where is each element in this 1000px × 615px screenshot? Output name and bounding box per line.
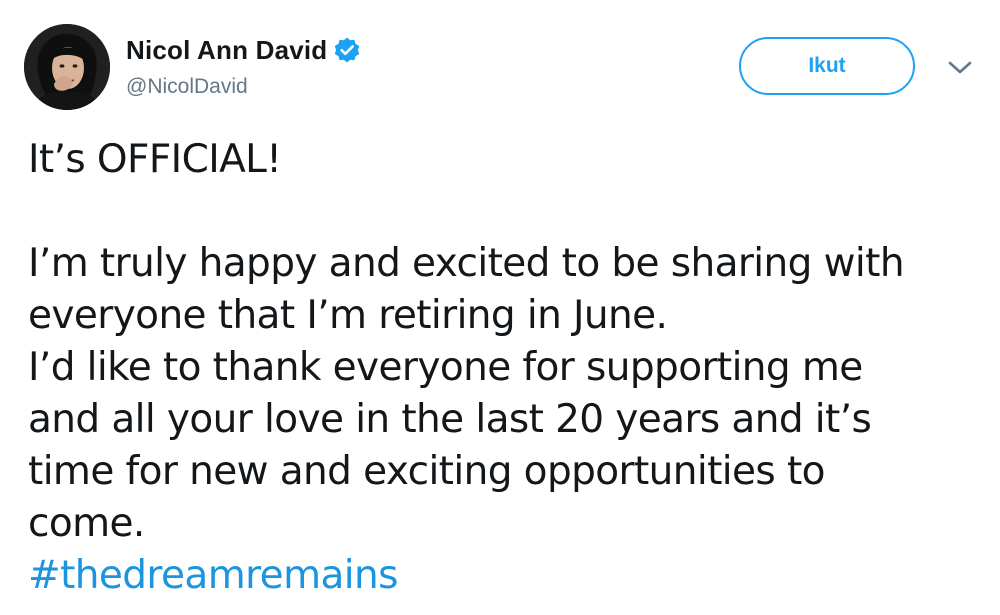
chevron-down-icon[interactable]: [944, 54, 976, 82]
avatar[interactable]: [24, 24, 110, 110]
tweet-line: time for new and exciting opportunities …: [28, 449, 826, 494]
tweet-card: Nicol Ann David @NicolDavid Ikut It’s OF…: [0, 0, 1000, 615]
tweet-text: It’s OFFICIAL! I’m truly happy and excit…: [28, 134, 988, 602]
author-name-row[interactable]: Nicol Ann David: [126, 34, 361, 66]
tweet-line: come.: [28, 501, 145, 546]
author-handle[interactable]: @NicolDavid: [126, 75, 248, 99]
follow-button[interactable]: Ikut: [739, 37, 915, 95]
author-name[interactable]: Nicol Ann David: [126, 35, 327, 66]
hashtag-link[interactable]: #thedreamremains: [28, 553, 398, 598]
tweet-line: and all your love in the last 20 years a…: [28, 397, 872, 442]
tweet-line: I’m truly happy and excited to be sharin…: [28, 241, 905, 286]
tweet-line: I’d like to thank everyone for supportin…: [28, 345, 863, 390]
tweet-line: everyone that I’m retiring in June.: [28, 293, 668, 338]
verified-badge-icon: [333, 36, 361, 64]
tweet-headline: It’s OFFICIAL!: [28, 137, 282, 182]
avatar-image: [24, 24, 110, 110]
